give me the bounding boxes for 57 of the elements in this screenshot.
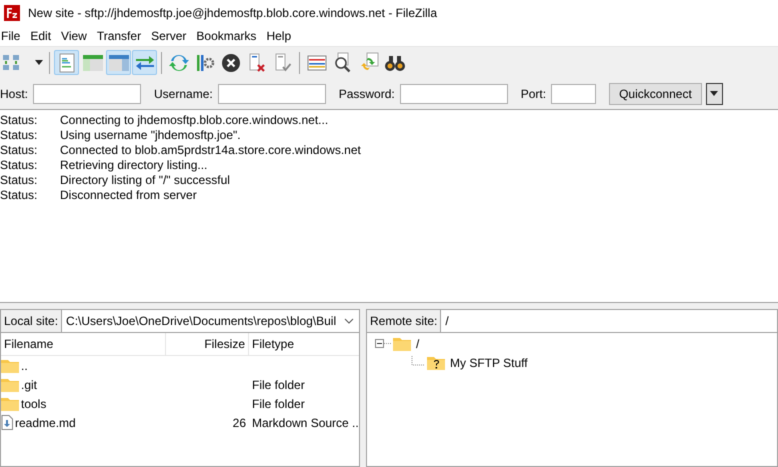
menu-item[interactable]: Transfer [96, 29, 148, 43]
app-logo-icon [4, 5, 20, 21]
file-type: File folder [252, 378, 305, 392]
field-label: Username: [154, 86, 213, 100]
log-label: Status: [0, 128, 38, 142]
path-label: Remote site: [367, 310, 442, 332]
log-label: Status: [0, 172, 38, 186]
unknown-folder-icon [427, 355, 445, 370]
file-name[interactable]: tools [21, 396, 46, 410]
field-label: Port: [520, 86, 546, 100]
input-field[interactable] [551, 84, 596, 104]
field-label: Host: [0, 86, 28, 100]
transfer-arrows-icon[interactable] [132, 50, 157, 75]
log-message: Connected to blob.am5prdstr14a.store.core.windows.net [60, 142, 361, 156]
folder-icon [393, 336, 411, 351]
input-field[interactable] [218, 84, 326, 104]
panel-layout-icon[interactable] [106, 50, 131, 75]
log-message: Disconnected from server [60, 188, 197, 202]
input-field[interactable] [33, 84, 142, 104]
folder-icon [1, 358, 19, 373]
log-message: Retrieving directory listing... [60, 158, 208, 172]
quickconnect-button[interactable]: Quickconnect [609, 82, 702, 104]
file-name[interactable]: .. [21, 358, 28, 372]
folder-icon [1, 396, 19, 411]
log-message: Connecting to jhdemosftp.blob.core.windows.net... [60, 112, 328, 126]
path-label: Local site: [1, 310, 62, 332]
log-label: Status: [0, 112, 38, 126]
input-field[interactable] [400, 84, 508, 104]
column-header[interactable]: Filename [1, 333, 166, 355]
tree-item[interactable]: / [413, 336, 420, 350]
caret-icon [710, 91, 718, 96]
menu-item[interactable]: View [60, 29, 94, 43]
log-label: Status: [0, 188, 38, 202]
file-name[interactable]: .git [21, 378, 38, 392]
log-label: Status: [0, 142, 38, 156]
menu-item[interactable]: Server [150, 29, 194, 43]
menu-item[interactable]: Help [265, 29, 298, 43]
log-label: Status: [0, 158, 38, 172]
column-header[interactable]: Filetype [249, 333, 357, 355]
log-message: Using username "jhdemosftp.joe". [60, 128, 241, 142]
window-title: New site - sftp://jhdemosftp.joe@jhdemosftp.blob.core.windows.net - FileZilla [28, 6, 438, 20]
file-type: Markdown Source .. [252, 416, 359, 430]
folder-icon [1, 377, 19, 392]
tree-item[interactable]: My SFTP Stuff [447, 356, 528, 370]
message-log-icon[interactable] [54, 50, 79, 75]
menu-item[interactable]: Edit [29, 29, 58, 43]
field-label: Password: [338, 86, 395, 100]
column-header[interactable]: Filesize [166, 333, 249, 355]
menu-item[interactable]: File [0, 29, 28, 43]
file-type: File folder [252, 396, 305, 410]
collapse-toggle-icon[interactable] [375, 339, 391, 348]
chevron-icon [344, 318, 354, 324]
file-size: 26 [232, 416, 246, 430]
dropdown-button[interactable] [706, 82, 723, 104]
log-message: Directory listing of "/" successful [60, 172, 230, 186]
menu-item[interactable]: Bookmarks [195, 29, 264, 43]
file-name[interactable]: readme.md [15, 416, 76, 430]
